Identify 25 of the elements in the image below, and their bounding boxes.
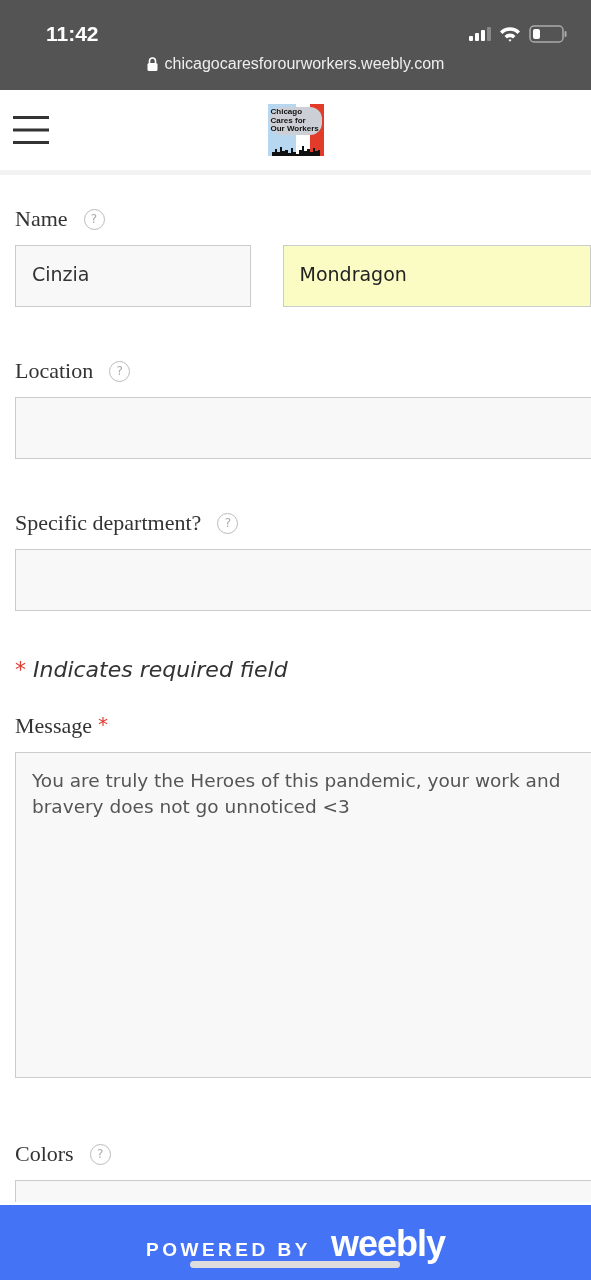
wifi-icon: [499, 26, 521, 42]
message-textarea[interactable]: You are truly the Heroes of this pandemic, your work and bravery does not go unnoticed <3: [15, 752, 591, 1078]
input-field[interactable]: Cinzia: [15, 245, 251, 307]
signal-icon: [469, 27, 491, 41]
logo-text: Chicago Cares for Our Workers: [269, 107, 322, 135]
field-label: Location: [15, 358, 94, 384]
field-label: Colors: [15, 1141, 74, 1167]
brand-wordmark: weebly: [330, 1223, 445, 1265]
colors-dropdown[interactable]: [15, 1180, 591, 1202]
input-field[interactable]: [15, 549, 591, 611]
clock-time: 11:42: [46, 22, 99, 46]
input-field[interactable]: [15, 397, 591, 459]
field-label: Message: [15, 713, 92, 739]
powered-by-text: POWERED BY: [146, 1239, 311, 1261]
battery-icon: [529, 25, 567, 43]
url-text[interactable]: chicagocaresforourworkers.weebly.com: [164, 55, 445, 73]
field-label: Name: [15, 206, 68, 232]
required-mark: *: [98, 712, 108, 736]
required-note: * Indicates required field: [15, 657, 289, 682]
field-label: Specific department?: [15, 510, 202, 536]
logo[interactable]: Chicago Cares for Our Workers: [267, 104, 324, 156]
lock-icon: [146, 57, 158, 71]
input-field[interactable]: Mondragon: [282, 245, 591, 307]
powered-by-banner[interactable]: POWERED BY weebly: [0, 1205, 591, 1280]
menu-icon[interactable]: [13, 115, 49, 145]
